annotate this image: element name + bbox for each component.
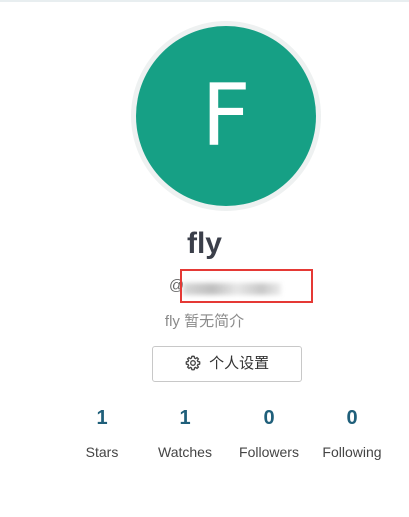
avatar: F [136, 26, 316, 206]
settings-label: 个人设置 [209, 355, 270, 372]
stars-label: Stars [85, 444, 119, 460]
stat-following[interactable]: 0 Following [307, 404, 397, 460]
stat-stars[interactable]: 1 Stars [57, 404, 147, 460]
following-label: Following [322, 444, 382, 460]
stat-watches[interactable]: 1 Watches [140, 404, 230, 460]
profile-bio: fly 暂无简介 [164, 313, 245, 330]
stat-followers[interactable]: 0 Followers [224, 404, 314, 460]
followers-count: 0 [263, 407, 275, 429]
following-count: 0 [346, 407, 358, 429]
gear-icon [185, 355, 201, 371]
profile-username: fly [186, 227, 222, 260]
watches-count: 1 [179, 407, 191, 429]
watches-label: Watches [158, 444, 212, 460]
highlight-annotation [180, 269, 313, 303]
followers-label: Followers [239, 444, 299, 460]
personal-settings-button[interactable]: 个人设置 [152, 346, 302, 382]
stars-count: 1 [96, 407, 108, 429]
top-divider [0, 0, 409, 2]
